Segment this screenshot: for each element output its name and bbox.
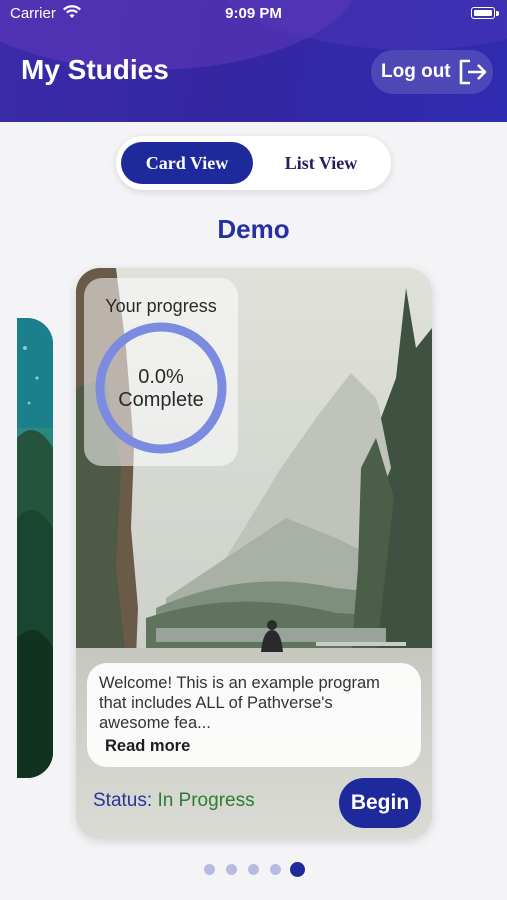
study-description: Welcome! This is an example program that… bbox=[99, 674, 380, 732]
read-more-link[interactable]: Read more bbox=[105, 737, 190, 756]
clock-time: 9:09 PM bbox=[225, 5, 282, 22]
pagination-dot[interactable] bbox=[248, 864, 259, 875]
study-card[interactable]: Your progress 0.0% Complete Welcome! Thi… bbox=[76, 268, 432, 838]
logout-icon bbox=[459, 59, 486, 85]
pagination-dot[interactable] bbox=[204, 864, 215, 875]
progress-percent: 0.0% bbox=[138, 366, 184, 388]
battery-icon bbox=[471, 7, 495, 19]
study-group-title: Demo bbox=[217, 214, 290, 244]
begin-button[interactable]: Begin bbox=[339, 778, 421, 828]
progress-value: 0.0% Complete bbox=[84, 366, 238, 412]
previous-card-image bbox=[17, 318, 53, 778]
card-view-toggle[interactable]: Card View bbox=[121, 142, 253, 184]
page-title: My Studies bbox=[21, 54, 169, 85]
list-view-toggle[interactable]: List View bbox=[261, 142, 381, 184]
carousel-pagination bbox=[202, 860, 312, 878]
description-panel: Welcome! This is an example program that… bbox=[87, 663, 421, 767]
pagination-dot[interactable] bbox=[226, 864, 237, 875]
progress-complete-label: Complete bbox=[118, 389, 204, 411]
app-header: Carrier 9:09 PM My Studies Log out bbox=[0, 0, 507, 122]
status-value: In Progress bbox=[157, 790, 255, 811]
status-bar: Carrier 9:09 PM bbox=[0, 0, 507, 28]
status-key: Status: bbox=[93, 790, 153, 811]
progress-panel: Your progress 0.0% Complete bbox=[84, 278, 238, 466]
logout-button[interactable]: Log out bbox=[371, 50, 493, 94]
logout-label: Log out bbox=[381, 61, 451, 82]
battery-icon-nub bbox=[496, 11, 499, 16]
progress-label: Your progress bbox=[105, 296, 217, 316]
view-toggle: Card View List View bbox=[116, 136, 391, 190]
pagination-dot-active[interactable] bbox=[290, 862, 305, 877]
pagination-dot[interactable] bbox=[270, 864, 281, 875]
previous-study-card[interactable] bbox=[17, 318, 53, 778]
study-status: Status: In Progress bbox=[93, 790, 255, 812]
